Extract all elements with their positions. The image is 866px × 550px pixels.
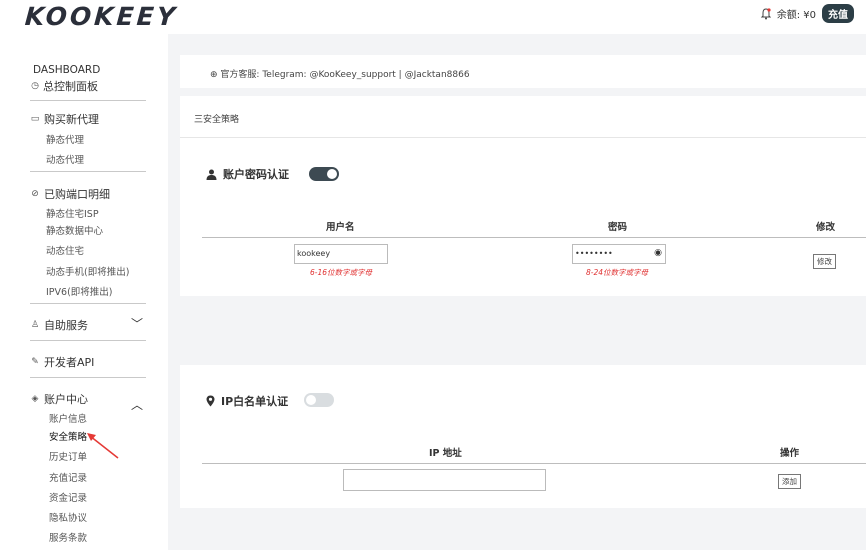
sidebar-item-static-isp[interactable]: 静态住宅ISP [46, 206, 99, 220]
sidebar-item-security-policy[interactable]: 安全策略 [49, 429, 87, 443]
sidebar-item-label: 账户中心 [44, 393, 88, 406]
table-divider [202, 237, 866, 238]
sidebar: DASHBOARD ◷ 总控制面板 ▭ 购买新代理 静态代理 动态代理 ⊘ 已购… [0, 34, 168, 550]
location-pin-icon [206, 395, 215, 407]
edit-icon: ✎ [31, 357, 39, 367]
sidebar-item-label: 开发者API [44, 356, 95, 369]
sidebar-item-terms[interactable]: 服务条款 [49, 530, 87, 544]
eye-icon[interactable]: ◉ [654, 248, 662, 258]
clock-icon: ◷ [31, 81, 39, 91]
check-circle-icon: ⊘ [31, 189, 39, 199]
customer-service-label: 官方客服: Telegram: @KooKeey_support | @Jack… [220, 70, 470, 80]
divider [30, 340, 146, 341]
dashboard-en-label[interactable]: DASHBOARD [33, 64, 100, 76]
sidebar-item-privacy[interactable]: 隐私协议 [49, 510, 87, 524]
password-field[interactable]: •••••••• ◉ [572, 244, 666, 264]
sidebar-item-developer-api[interactable]: ✎ 开发者API [30, 354, 94, 370]
sidebar-item-ipv6[interactable]: IPV6(即将推出) [46, 284, 113, 298]
chevron-down-icon[interactable]: ﹀ [131, 315, 143, 332]
ip-whitelist-title: IP白名单认证 [206, 393, 288, 409]
password-auth-label: 账户密码认证 [223, 168, 289, 181]
security-policy-card: 三安全策略 账户密码认证 用户名 密码 修改 kookeey 6-16位数字或字… [180, 96, 866, 296]
password-auth-toggle[interactable] [309, 167, 339, 181]
user-icon: ♙ [30, 320, 40, 330]
ip-whitelist-label: IP白名单认证 [221, 395, 289, 408]
sidebar-item-account-info[interactable]: 账户信息 [49, 411, 87, 425]
layers-icon: ◈ [31, 394, 39, 404]
sidebar-item-dashboard[interactable]: ◷ 总控制面板 [30, 78, 98, 94]
account-balance-area: 余额: ¥0 充值 [760, 4, 854, 23]
password-value: •••••••• [575, 249, 613, 258]
ip-address-input[interactable] [343, 469, 546, 491]
sidebar-item-label: 自助服务 [44, 319, 88, 332]
balance-text: 余额: ¥0 [776, 10, 816, 21]
password-auth-title: 账户密码认证 [206, 166, 289, 182]
chat-icon: ▭ [30, 114, 40, 124]
headset-icon: ⊕ [210, 70, 218, 80]
top-bar: KOOKEEY 余额: ¥0 充值 [0, 0, 866, 34]
annotation-arrow-icon [87, 433, 119, 459]
sidebar-item-static-datacenter[interactable]: 静态数据中心 [46, 223, 103, 237]
edit-button[interactable]: 修改 [813, 254, 836, 269]
divider [30, 171, 146, 172]
divider [180, 137, 866, 138]
password-hint: 8-24位数字或字母 [586, 268, 649, 277]
divider [30, 100, 146, 101]
username-hint: 6-16位数字或字母 [310, 268, 373, 277]
recharge-button[interactable]: 充值 [822, 4, 854, 23]
column-ip-address: IP 地址 [429, 448, 462, 459]
ip-whitelist-card: IP白名单认证 IP 地址 操作 添加 [180, 365, 866, 508]
sidebar-item-purchased[interactable]: ⊘ 已购端口明细 [30, 186, 110, 202]
column-username: 用户名 [326, 222, 355, 233]
toggle-knob [327, 169, 337, 179]
sidebar-item-dynamic-proxy[interactable]: 动态代理 [46, 152, 84, 166]
sidebar-item-dynamic-residential[interactable]: 动态住宅 [46, 243, 84, 257]
sidebar-item-dynamic-mobile[interactable]: 动态手机(即将推出) [46, 264, 129, 278]
logo[interactable]: KOOKEEY [24, 2, 179, 31]
sidebar-item-label: 购买新代理 [44, 113, 99, 126]
add-button[interactable]: 添加 [778, 474, 801, 489]
toggle-knob [306, 395, 316, 405]
page-title: 三安全策略 [194, 115, 240, 125]
sidebar-item-label: 总控制面板 [43, 80, 98, 93]
ip-whitelist-toggle[interactable] [304, 393, 334, 407]
user-icon [206, 169, 217, 180]
sidebar-item-account[interactable]: ◈ 账户中心 [30, 391, 88, 407]
sidebar-item-buy[interactable]: ▭ 购买新代理 [30, 111, 99, 127]
sidebar-item-label: 已购端口明细 [44, 188, 110, 201]
username-field[interactable]: kookeey [294, 244, 388, 264]
sidebar-item-static-proxy[interactable]: 静态代理 [46, 132, 84, 146]
table-divider [202, 463, 866, 464]
bell-icon[interactable] [760, 7, 771, 20]
column-password: 密码 [608, 222, 628, 233]
customer-service-text: ⊕ 官方客服: Telegram: @KooKeey_support | @Ja… [210, 67, 470, 80]
chevron-up-icon[interactable]: ︿ [131, 396, 143, 413]
column-action: 操作 [780, 448, 800, 459]
customer-service-banner: ⊕ 官方客服: Telegram: @KooKeey_support | @Ja… [180, 55, 866, 88]
sidebar-item-fund-records[interactable]: 资金记录 [49, 490, 87, 504]
sidebar-item-order-history[interactable]: 历史订单 [49, 449, 87, 463]
divider [30, 303, 146, 304]
sidebar-item-self-service[interactable]: ♙ 自助服务 [30, 317, 88, 333]
divider [30, 377, 146, 378]
column-edit: 修改 [816, 222, 836, 233]
sidebar-item-recharge-records[interactable]: 充值记录 [49, 470, 87, 484]
